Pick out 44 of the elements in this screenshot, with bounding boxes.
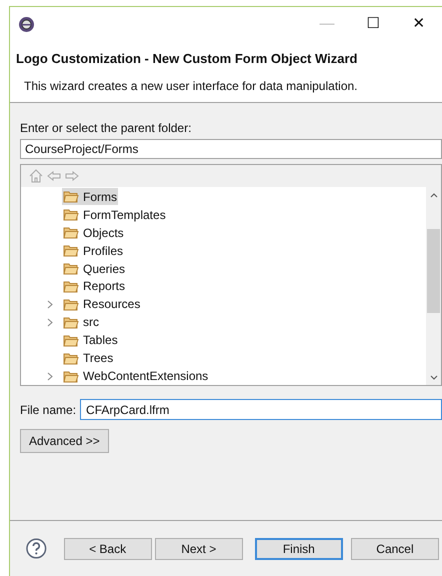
vertical-scrollbar[interactable] bbox=[426, 187, 441, 385]
folder-tree-item[interactable]: Reports bbox=[62, 278, 126, 295]
wizard-description: This wizard creates a new user interface for data manipulation. bbox=[23, 78, 358, 94]
advanced-button[interactable]: Advanced >> bbox=[20, 429, 109, 453]
scroll-down-icon[interactable] bbox=[430, 375, 438, 381]
folder-icon bbox=[63, 316, 79, 329]
scrollbar-thumb[interactable] bbox=[427, 229, 440, 313]
folder-tree-item[interactable]: Resources bbox=[62, 296, 142, 313]
maximize-button[interactable]: ☐ bbox=[350, 12, 396, 36]
folder-icon bbox=[63, 334, 79, 347]
folder-icon bbox=[63, 298, 79, 311]
wizard-button[interactable]: < Back bbox=[64, 538, 152, 560]
close-button[interactable]: ✕ bbox=[396, 12, 442, 36]
folder-tree-item[interactable]: src bbox=[62, 314, 100, 331]
parent-folder-field[interactable]: CourseProject/Forms bbox=[20, 139, 442, 159]
folder-icon bbox=[63, 352, 79, 365]
file-name-field[interactable]: CFArpCard.lfrm bbox=[80, 399, 442, 420]
home-icon[interactable] bbox=[29, 169, 43, 183]
folder-icon bbox=[63, 208, 79, 222]
wizard-button[interactable]: Next > bbox=[154, 538, 243, 560]
parent-folder-label: Enter or select the parent folder: bbox=[20, 120, 192, 136]
folder-tree-item[interactable]: Forms bbox=[62, 188, 118, 206]
folder-icon bbox=[63, 370, 79, 383]
scroll-up-icon[interactable] bbox=[430, 192, 438, 198]
wizard-button[interactable]: Cancel bbox=[350, 538, 440, 560]
folder-icon bbox=[63, 226, 79, 240]
folder-icon bbox=[63, 262, 79, 276]
folder-icon bbox=[63, 244, 79, 258]
folder-icon bbox=[63, 280, 79, 293]
folder-icon bbox=[63, 190, 79, 204]
wizard-title: Logo Customization - New Custom Form Object Wizard bbox=[16, 50, 358, 68]
folder-tree-item[interactable]: Tables bbox=[62, 332, 119, 349]
folder-tree-item[interactable]: Queries bbox=[62, 260, 126, 278]
folder-tree-item[interactable]: WebContentExtensions bbox=[62, 368, 210, 385]
help-icon[interactable] bbox=[26, 538, 47, 559]
folder-tree-item[interactable]: FormTemplates bbox=[62, 206, 167, 224]
wizard-button[interactable]: Finish bbox=[254, 538, 343, 560]
expand-chevron-icon[interactable] bbox=[47, 372, 53, 381]
forward-arrow-icon[interactable] bbox=[65, 171, 79, 181]
folder-tree-item[interactable]: Trees bbox=[62, 350, 114, 367]
folder-tree-item[interactable]: Objects bbox=[62, 224, 125, 242]
file-name-label: File name: bbox=[20, 402, 76, 418]
folder-tree-item[interactable]: Profiles bbox=[62, 242, 124, 260]
back-arrow-icon[interactable] bbox=[47, 171, 61, 181]
